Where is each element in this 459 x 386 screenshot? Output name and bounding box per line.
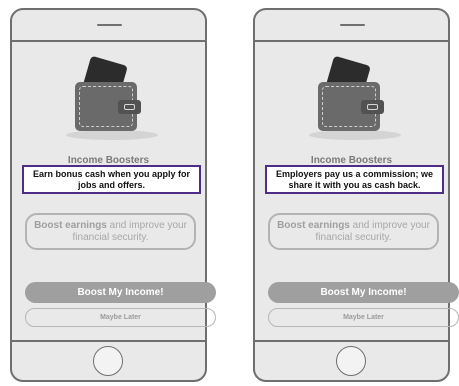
- wallet-shadow: [66, 130, 158, 140]
- boost-earnings-card: Boost earnings and improve your financia…: [25, 213, 196, 250]
- boost-earnings-text: Boost earnings and improve your financia…: [276, 220, 431, 244]
- headline-text: Employers pay us a commission; we share …: [275, 168, 434, 190]
- headline-text: Earn bonus cash when you apply for jobs …: [32, 168, 191, 190]
- wallet-icon: [62, 55, 162, 146]
- boost-my-income-button[interactable]: Boost My Income!: [268, 282, 459, 303]
- maybe-later-button[interactable]: Maybe Later: [25, 308, 216, 327]
- top-divider: [12, 40, 205, 42]
- headline-highlight: Earn bonus cash when you apply for jobs …: [22, 165, 201, 194]
- home-button-icon[interactable]: [93, 346, 123, 376]
- home-button-icon[interactable]: [336, 346, 366, 376]
- headline-highlight: Employers pay us a commission; we share …: [265, 165, 444, 194]
- wallet-icon: [305, 55, 405, 146]
- boost-earnings-bold: Boost earnings: [277, 219, 350, 231]
- boost-earnings-card: Boost earnings and improve your financia…: [268, 213, 439, 250]
- wallet-latch-icon: [367, 104, 378, 110]
- phone-mockup-left: Income Boosters Earn bonus cash when you…: [10, 8, 216, 382]
- bottom-divider: [12, 340, 205, 342]
- boost-earnings-text: Boost earnings and improve your financia…: [33, 220, 188, 244]
- bottom-divider: [255, 340, 448, 342]
- top-divider: [255, 40, 448, 42]
- boost-earnings-bold: Boost earnings: [34, 219, 107, 231]
- speaker-icon: [340, 24, 365, 26]
- speaker-icon: [97, 24, 122, 26]
- phone-mockup-right: Income Boosters Employers pay us a commi…: [253, 8, 459, 382]
- wallet-shadow: [309, 130, 401, 140]
- boost-my-income-button[interactable]: Boost My Income!: [25, 282, 216, 303]
- maybe-later-button[interactable]: Maybe Later: [268, 308, 459, 327]
- wallet-latch-icon: [124, 104, 135, 110]
